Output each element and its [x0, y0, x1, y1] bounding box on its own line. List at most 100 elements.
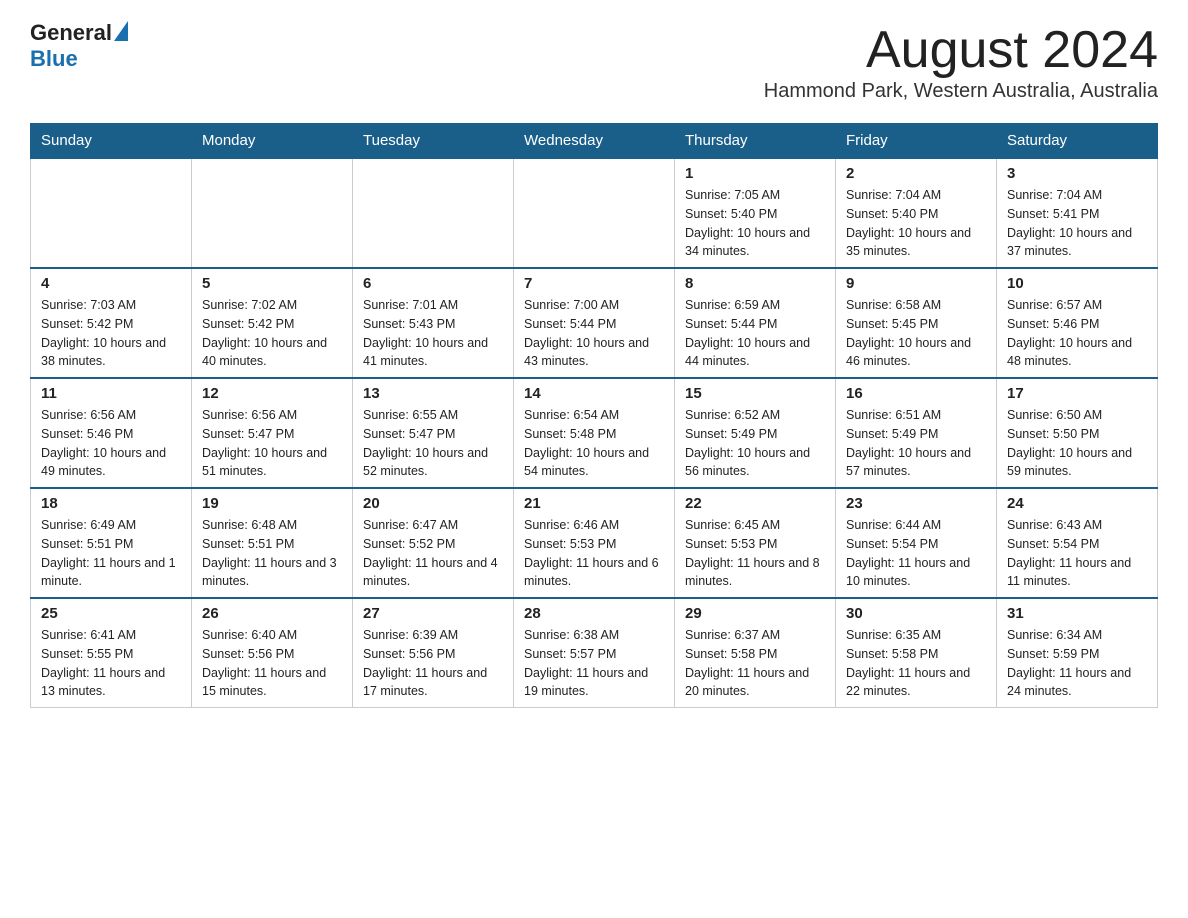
page-header: General Blue August 2024 Hammond Park, W…: [30, 20, 1158, 115]
day-info: Sunrise: 6:46 AM Sunset: 5:53 PM Dayligh…: [524, 516, 664, 591]
day-number: 8: [685, 275, 825, 292]
day-info: Sunrise: 6:56 AM Sunset: 5:47 PM Dayligh…: [202, 406, 342, 481]
calendar-cell: 20 Sunrise: 6:47 AM Sunset: 5:52 PM Dayli…: [353, 488, 514, 598]
column-header-thursday: Thursday: [675, 124, 836, 159]
calendar-cell: 13 Sunrise: 6:55 AM Sunset: 5:47 PM Dayli…: [353, 378, 514, 488]
calendar-week-row: 4 Sunrise: 7:03 AM Sunset: 5:42 PM Daylig…: [31, 268, 1158, 378]
calendar-cell: 3Sunrise: 7:04 AM Sunset: 5:41 PM Daylig…: [997, 158, 1158, 268]
day-info: Sunrise: 6:35 AM Sunset: 5:58 PM Dayligh…: [846, 626, 986, 701]
calendar-cell: 15 Sunrise: 6:52 AM Sunset: 5:49 PM Dayli…: [675, 378, 836, 488]
day-number: 31: [1007, 605, 1147, 622]
calendar-cell: 2 Sunrise: 7:04 AM Sunset: 5:40 PM Daylig…: [836, 158, 997, 268]
calendar-cell: 27 Sunrise: 6:39 AM Sunset: 5:56 PM Dayli…: [353, 598, 514, 708]
day-info: Sunrise: 6:49 AM Sunset: 5:51 PM Dayligh…: [41, 516, 181, 591]
calendar-week-row: 25 Sunrise: 6:41 AM Sunset: 5:55 PM Dayli…: [31, 598, 1158, 708]
column-header-monday: Monday: [192, 124, 353, 159]
calendar-table: SundayMondayTuesdayWednesdayThursdayFrid…: [30, 123, 1158, 708]
day-number: 13: [363, 385, 503, 402]
calendar-cell: [31, 158, 192, 268]
day-info: Sunrise: 6:51 AM Sunset: 5:49 PM Dayligh…: [846, 406, 986, 481]
day-info: Sunrise: 7:00 AM Sunset: 5:44 PM Dayligh…: [524, 296, 664, 371]
calendar-cell: 6Sunrise: 7:01 AM Sunset: 5:43 PM Daylig…: [353, 268, 514, 378]
day-number: 5: [202, 275, 342, 292]
day-number: 16: [846, 385, 986, 402]
day-number: 18: [41, 495, 181, 512]
day-number: 10: [1007, 275, 1147, 292]
calendar-cell: 8 Sunrise: 6:59 AM Sunset: 5:44 PM Daylig…: [675, 268, 836, 378]
calendar-cell: 17 Sunrise: 6:50 AM Sunset: 5:50 PM Dayli…: [997, 378, 1158, 488]
day-number: 22: [685, 495, 825, 512]
calendar-cell: 30 Sunrise: 6:35 AM Sunset: 5:58 PM Dayli…: [836, 598, 997, 708]
day-info: Sunrise: 6:55 AM Sunset: 5:47 PM Dayligh…: [363, 406, 503, 481]
day-number: 26: [202, 605, 342, 622]
calendar-cell: 7Sunrise: 7:00 AM Sunset: 5:44 PM Daylig…: [514, 268, 675, 378]
calendar-cell: 14 Sunrise: 6:54 AM Sunset: 5:48 PM Dayli…: [514, 378, 675, 488]
day-number: 11: [41, 385, 181, 402]
day-number: 12: [202, 385, 342, 402]
day-info: Sunrise: 6:47 AM Sunset: 5:52 PM Dayligh…: [363, 516, 503, 591]
calendar-cell: 29 Sunrise: 6:37 AM Sunset: 5:58 PM Dayli…: [675, 598, 836, 708]
calendar-cell: 11Sunrise: 6:56 AM Sunset: 5:46 PM Dayli…: [31, 378, 192, 488]
day-info: Sunrise: 6:52 AM Sunset: 5:49 PM Dayligh…: [685, 406, 825, 481]
day-info: Sunrise: 7:03 AM Sunset: 5:42 PM Dayligh…: [41, 296, 181, 371]
day-info: Sunrise: 6:54 AM Sunset: 5:48 PM Dayligh…: [524, 406, 664, 481]
calendar-cell: 5 Sunrise: 7:02 AM Sunset: 5:42 PM Daylig…: [192, 268, 353, 378]
calendar-week-row: 11Sunrise: 6:56 AM Sunset: 5:46 PM Dayli…: [31, 378, 1158, 488]
calendar-cell: 16 Sunrise: 6:51 AM Sunset: 5:49 PM Dayli…: [836, 378, 997, 488]
day-number: 1: [685, 165, 825, 182]
calendar-cell: 19Sunrise: 6:48 AM Sunset: 5:51 PM Dayli…: [192, 488, 353, 598]
day-info: Sunrise: 7:01 AM Sunset: 5:43 PM Dayligh…: [363, 296, 503, 371]
day-number: 25: [41, 605, 181, 622]
day-number: 2: [846, 165, 986, 182]
day-info: Sunrise: 7:02 AM Sunset: 5:42 PM Dayligh…: [202, 296, 342, 371]
day-number: 30: [846, 605, 986, 622]
day-info: Sunrise: 7:05 AM Sunset: 5:40 PM Dayligh…: [685, 186, 825, 261]
day-info: Sunrise: 6:44 AM Sunset: 5:54 PM Dayligh…: [846, 516, 986, 591]
day-info: Sunrise: 7:04 AM Sunset: 5:41 PM Dayligh…: [1007, 186, 1147, 261]
logo-blue-text: Blue: [30, 46, 78, 72]
day-info: Sunrise: 6:59 AM Sunset: 5:44 PM Dayligh…: [685, 296, 825, 371]
calendar-cell: [353, 158, 514, 268]
calendar-cell: 26 Sunrise: 6:40 AM Sunset: 5:56 PM Dayli…: [192, 598, 353, 708]
column-header-sunday: Sunday: [31, 124, 192, 159]
logo: General Blue: [30, 20, 128, 72]
day-info: Sunrise: 6:34 AM Sunset: 5:59 PM Dayligh…: [1007, 626, 1147, 701]
calendar-cell: 10 Sunrise: 6:57 AM Sunset: 5:46 PM Dayli…: [997, 268, 1158, 378]
calendar-week-row: 18 Sunrise: 6:49 AM Sunset: 5:51 PM Dayli…: [31, 488, 1158, 598]
day-info: Sunrise: 6:41 AM Sunset: 5:55 PM Dayligh…: [41, 626, 181, 701]
column-header-wednesday: Wednesday: [514, 124, 675, 159]
day-info: Sunrise: 7:04 AM Sunset: 5:40 PM Dayligh…: [846, 186, 986, 261]
day-number: 19: [202, 495, 342, 512]
day-number: 15: [685, 385, 825, 402]
day-number: 9: [846, 275, 986, 292]
calendar-cell: 1 Sunrise: 7:05 AM Sunset: 5:40 PM Daylig…: [675, 158, 836, 268]
calendar-cell: 24 Sunrise: 6:43 AM Sunset: 5:54 PM Dayli…: [997, 488, 1158, 598]
calendar-cell: [192, 158, 353, 268]
month-title: August 2024: [764, 20, 1158, 80]
day-number: 14: [524, 385, 664, 402]
day-number: 17: [1007, 385, 1147, 402]
column-header-friday: Friday: [836, 124, 997, 159]
day-info: Sunrise: 6:50 AM Sunset: 5:50 PM Dayligh…: [1007, 406, 1147, 481]
day-info: Sunrise: 6:58 AM Sunset: 5:45 PM Dayligh…: [846, 296, 986, 371]
calendar-cell: 4 Sunrise: 7:03 AM Sunset: 5:42 PM Daylig…: [31, 268, 192, 378]
logo-triangle-icon: [114, 21, 128, 41]
calendar-cell: 31 Sunrise: 6:34 AM Sunset: 5:59 PM Dayli…: [997, 598, 1158, 708]
day-number: 20: [363, 495, 503, 512]
day-info: Sunrise: 6:43 AM Sunset: 5:54 PM Dayligh…: [1007, 516, 1147, 591]
calendar-cell: 9 Sunrise: 6:58 AM Sunset: 5:45 PM Daylig…: [836, 268, 997, 378]
day-number: 28: [524, 605, 664, 622]
day-info: Sunrise: 6:39 AM Sunset: 5:56 PM Dayligh…: [363, 626, 503, 701]
day-info: Sunrise: 6:57 AM Sunset: 5:46 PM Dayligh…: [1007, 296, 1147, 371]
day-info: Sunrise: 6:38 AM Sunset: 5:57 PM Dayligh…: [524, 626, 664, 701]
day-info: Sunrise: 6:37 AM Sunset: 5:58 PM Dayligh…: [685, 626, 825, 701]
day-number: 27: [363, 605, 503, 622]
day-number: 24: [1007, 495, 1147, 512]
calendar-cell: [514, 158, 675, 268]
calendar-cell: 28 Sunrise: 6:38 AM Sunset: 5:57 PM Dayli…: [514, 598, 675, 708]
day-number: 23: [846, 495, 986, 512]
day-number: 4: [41, 275, 181, 292]
day-info: Sunrise: 6:40 AM Sunset: 5:56 PM Dayligh…: [202, 626, 342, 701]
calendar-cell: 12 Sunrise: 6:56 AM Sunset: 5:47 PM Dayli…: [192, 378, 353, 488]
day-number: 29: [685, 605, 825, 622]
